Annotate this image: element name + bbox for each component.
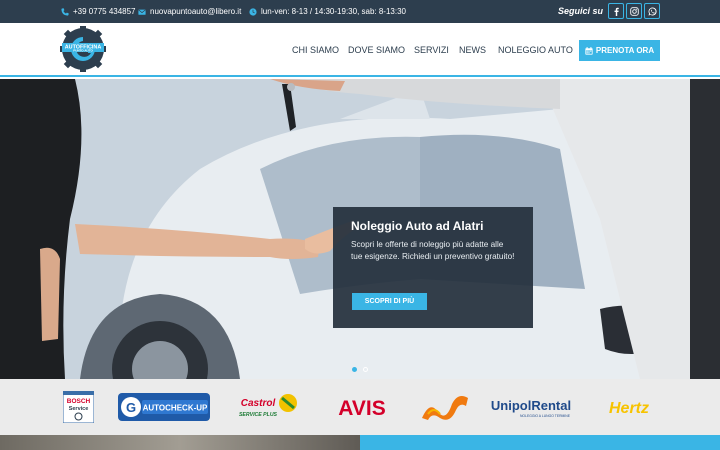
instagram-icon xyxy=(629,6,639,16)
envelope-icon xyxy=(138,9,146,15)
prenota-ora-label: PRENOTA ORA xyxy=(595,46,655,55)
whatsapp-link[interactable] xyxy=(644,3,660,19)
clock-icon xyxy=(249,7,257,16)
nav-noleggio-auto[interactable]: NOLEGGIO AUTO xyxy=(498,45,573,55)
hero-caption: Noleggio Auto ad Alatri Scopri le offert… xyxy=(333,207,533,328)
partner-bosch-logo: BOSCH Service xyxy=(63,391,94,423)
nav-chi-siamo[interactable]: CHI SIAMO xyxy=(292,45,339,55)
castrol-sub-text: SERVICE PLUS xyxy=(239,412,278,418)
nav-dove-siamo[interactable]: DOVE SIAMO xyxy=(348,45,405,55)
facebook-link[interactable] xyxy=(608,3,624,19)
slider-dot-1[interactable] xyxy=(352,367,357,372)
partners-strip: BOSCH Service G AUTOCHECK-UP Castrol SER… xyxy=(0,379,720,435)
partner-avis-logo: AVIS xyxy=(330,391,396,423)
prenota-ora-button[interactable]: PRENOTA ORA xyxy=(579,40,660,61)
site-header: AUTOFFICINA PUNTO AUTO CHI SIAMO DOVE SI… xyxy=(0,23,720,77)
partner-hertz-logo: Hertz xyxy=(602,391,658,423)
unipol-text: UnipolRental xyxy=(491,398,571,413)
phone-icon xyxy=(61,7,69,16)
phone-number[interactable]: +39 0775 434857 xyxy=(73,7,136,16)
facebook-icon xyxy=(614,7,619,16)
logo[interactable]: AUTOFFICINA PUNTO AUTO xyxy=(60,26,106,72)
email-info[interactable]: nuovapuntoauto@libero.it xyxy=(138,0,241,23)
hertz-text: Hertz xyxy=(609,400,649,417)
email-address[interactable]: nuovapuntoauto@libero.it xyxy=(150,7,241,16)
hero-slider: Noleggio Auto ad Alatri Scopri le offert… xyxy=(0,79,720,379)
section-image-peek xyxy=(0,435,360,450)
nav-servizi[interactable]: SERVIZI xyxy=(414,45,449,55)
phone-info[interactable]: +39 0775 434857 xyxy=(61,0,136,23)
autocheckup-text: AUTOCHECK-UP xyxy=(143,404,208,413)
section-accent-peek xyxy=(360,435,720,450)
bosch-text: BOSCH xyxy=(67,398,91,405)
svg-text:G: G xyxy=(126,400,136,415)
logo-text-bottom: PUNTO AUTO xyxy=(73,49,93,53)
hours-info: lun-ven: 8-13 / 14:30-19:30, sab: 8-13:3… xyxy=(249,0,406,23)
nav-news[interactable]: NEWS xyxy=(459,45,486,55)
slider-dot-2[interactable] xyxy=(363,367,368,372)
partner-unipolrental-logo: UnipolRental NOLEGGIO A LUNGO TERMINE xyxy=(490,391,572,423)
scopri-di-piu-button[interactable]: SCOPRI DI PIÙ xyxy=(352,293,427,310)
avis-text: AVIS xyxy=(338,397,385,420)
partner-castrol-logo: Castrol SERVICE PLUS xyxy=(236,391,302,423)
bosch-service-text: Service xyxy=(69,406,89,412)
whatsapp-icon xyxy=(648,7,657,15)
partner-autocheckup-logo: G AUTOCHECK-UP xyxy=(118,391,210,423)
partner-wave-logo xyxy=(420,391,470,423)
hero-title: Noleggio Auto ad Alatri xyxy=(351,219,484,233)
opening-hours: lun-ven: 8-13 / 14:30-19:30, sab: 8-13:3… xyxy=(261,7,406,16)
follow-label: Seguici su xyxy=(558,6,604,16)
unipol-sub-text: NOLEGGIO A LUNGO TERMINE xyxy=(520,414,571,418)
hero-text: Scopri le offerte di noleggio più adatte… xyxy=(351,240,515,261)
calendar-icon xyxy=(585,46,593,55)
top-bar: +39 0775 434857 nuovapuntoauto@libero.it… xyxy=(0,0,720,23)
castrol-text: Castrol xyxy=(241,398,276,409)
instagram-link[interactable] xyxy=(626,3,642,19)
